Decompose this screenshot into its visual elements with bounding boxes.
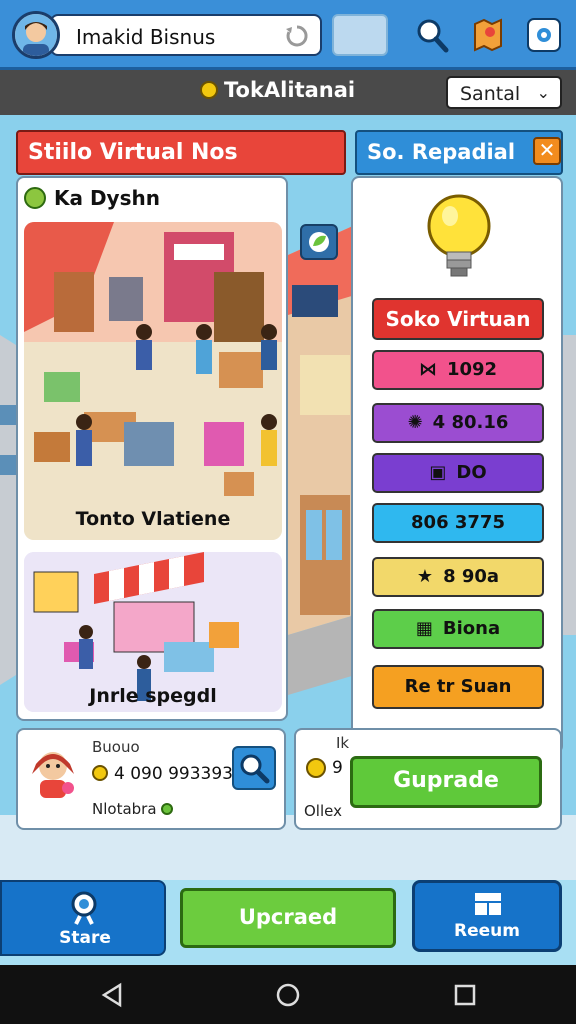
bow-icon: ⋈ (418, 359, 437, 380)
profile-subtitle-text: Nlotabra (92, 800, 157, 818)
upgrade-nav-label: Upcraed (238, 905, 338, 929)
avatar[interactable] (12, 11, 60, 59)
stat-row-6[interactable]: ▦ Biona (372, 609, 544, 649)
profile-subtitle: Nlotabra (92, 800, 173, 818)
region-dropdown[interactable]: Santal ⌄ (446, 76, 562, 109)
return-nav-label: Reeum (454, 921, 520, 941)
profile-coins: 4 090 993393 (92, 764, 233, 784)
stat-row-4[interactable]: 806 3775 (372, 503, 544, 543)
search-icon[interactable] (414, 16, 450, 54)
studio-header-text: Stiilo Virtual Nos (28, 140, 238, 165)
map-icon[interactable] (470, 16, 506, 54)
soko-virtual-label: Soko Virtuan (385, 307, 531, 331)
star-icon: ★ (416, 566, 434, 587)
store-nav-button[interactable]: Stare (0, 880, 166, 956)
shop-card-title-text: Ka Dyshn (54, 186, 160, 210)
shop-card-title: Ka Dyshn (24, 186, 160, 210)
blank-slot[interactable] (332, 14, 388, 56)
close-icon: ✕ (538, 138, 556, 162)
profile-coins-value: 4 090 993393 (114, 764, 233, 784)
search-icon (240, 754, 270, 784)
chevron-down-icon: ⌄ (536, 83, 550, 102)
gift-icon: ▣ (429, 462, 447, 483)
back-icon[interactable] (100, 982, 126, 1008)
repair-header: So. Repadial (355, 130, 563, 175)
coin-icon (306, 758, 326, 778)
secondary-label: Ik (336, 734, 350, 752)
stat-row-2[interactable]: ✺ 4 80.16 (372, 403, 544, 443)
leaf-icon (24, 187, 46, 209)
sparkle-icon: ✺ (407, 412, 423, 433)
studio-header: Stiilo Virtual Nos (16, 130, 346, 175)
upgrade-button-label: Guprade (393, 768, 499, 793)
coin-icon (92, 765, 108, 781)
repair-header-text: So. Repadial (367, 140, 516, 164)
box-icon: ▦ (415, 618, 433, 639)
secondary-subtitle: Ollex (304, 802, 342, 820)
recents-icon[interactable] (452, 982, 478, 1008)
search-icon (71, 891, 97, 925)
shop-title-text: TokAlitanai (224, 78, 356, 102)
profile-title: Buouo (92, 738, 140, 756)
return-nav-button[interactable]: Reeum (412, 880, 562, 952)
stat-row-3[interactable]: ▣ DO (372, 453, 544, 493)
store-nav-label: Stare (59, 928, 111, 948)
secondary-coins: 9 (332, 758, 343, 778)
status-dot-icon (160, 803, 173, 815)
stat-row-2-text: 4 80.16 (432, 412, 509, 433)
stat-row-5[interactable]: ★ 8 90a (372, 557, 544, 597)
market-stall-label: Jnrle spegdl (89, 685, 217, 707)
stat-row-7-text: Re tr Suan (404, 676, 512, 697)
sync-icon[interactable] (284, 23, 310, 49)
soko-virtual-button[interactable]: Soko Virtuan (372, 298, 544, 340)
dropdown-value: Santal (460, 83, 521, 105)
character-avatar (32, 752, 74, 798)
store-interior-illustration[interactable] (24, 222, 282, 540)
profile-search-button[interactable] (232, 746, 276, 790)
upgrade-button[interactable]: Guprade (350, 756, 542, 808)
settings-icon[interactable] (526, 16, 562, 54)
upgrade-nav-button[interactable]: Upcraed (180, 888, 396, 948)
lightbulb-icon (427, 194, 491, 277)
leaf-button[interactable] (300, 224, 338, 260)
stat-row-6-text: Biona (442, 618, 501, 639)
shop-title: TokAlitanai (200, 78, 355, 102)
coin-icon (200, 81, 218, 99)
stat-row-7[interactable]: Re tr Suan (372, 665, 544, 709)
grid-icon (475, 893, 501, 915)
stat-row-3-text: DO (456, 462, 487, 483)
stat-row-1-text: 1092 (446, 359, 498, 380)
stat-row-4-text: 806 3775 (411, 512, 505, 533)
player-name-field[interactable]: Imakid Bisnus (50, 14, 322, 56)
close-button[interactable]: ✕ (533, 137, 561, 165)
home-icon[interactable] (275, 982, 301, 1008)
stat-row-1[interactable]: ⋈ 1092 (372, 350, 544, 390)
stat-row-5-text: 8 90a (443, 566, 500, 587)
player-name: Imakid Bisnus (76, 25, 216, 49)
store-interior-label: Tonto Vlatiene (75, 508, 231, 530)
